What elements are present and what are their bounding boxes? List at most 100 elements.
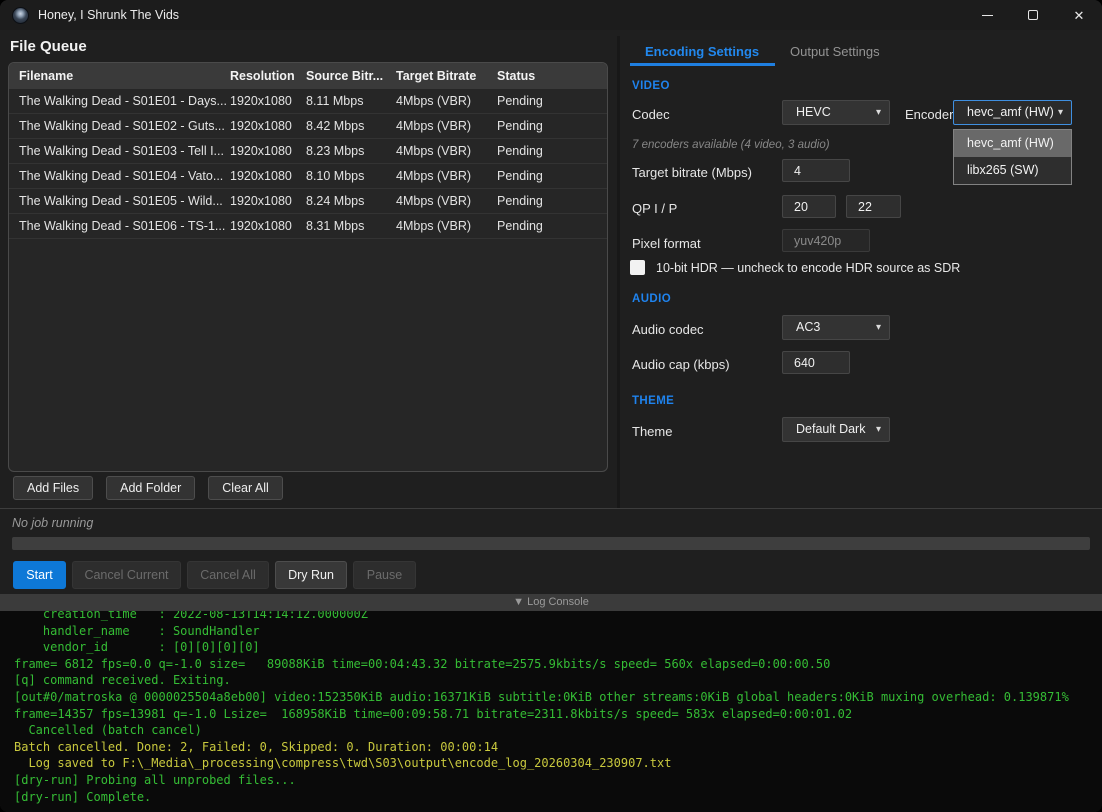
cell-target_bitrate: 4Mbps (VBR) (396, 139, 492, 164)
column-header-resolution[interactable]: Resolution (230, 63, 302, 89)
cell-filename: The Walking Dead - S01E01 - Days... (19, 89, 227, 114)
log-line: frame= 6812 fps=0.0 q=-1.0 size= 89088Ki… (14, 656, 1102, 673)
cell-filename: The Walking Dead - S01E03 - Tell I... (19, 139, 227, 164)
column-header-source-bitrate[interactable]: Source Bitr... (306, 63, 392, 89)
table-row[interactable]: The Walking Dead - S01E06 - TS-1...1920x… (9, 214, 607, 239)
cell-source_bitrate: 8.23 Mbps (306, 139, 392, 164)
file-queue-panel: Filename Resolution Source Bitr... Targe… (8, 62, 608, 472)
codec-label: Codec (632, 107, 670, 122)
log-line: handler_name : SoundHandler (14, 623, 1102, 640)
pixel-format-input (782, 229, 870, 252)
log-line: [out#0/matroska @ 0000025504a8eb00] vide… (14, 689, 1102, 706)
encoder-option[interactable]: libx265 (SW) (954, 157, 1071, 184)
target-bitrate-input[interactable] (782, 159, 850, 182)
cell-resolution: 1920x1080 (230, 139, 302, 164)
qp-p-input[interactable] (846, 195, 901, 218)
cell-resolution: 1920x1080 (230, 189, 302, 214)
qp-label: QP I / P (632, 201, 677, 216)
pixel-format-label: Pixel format (632, 236, 701, 251)
column-header-filename[interactable]: Filename (19, 63, 227, 89)
cell-source_bitrate: 8.24 Mbps (306, 189, 392, 214)
log-line: Batch cancelled. Done: 2, Failed: 0, Ski… (14, 739, 1102, 756)
cell-resolution: 1920x1080 (230, 164, 302, 189)
add-folder-button[interactable]: Add Folder (106, 476, 195, 500)
column-header-status[interactable]: Status (497, 63, 597, 89)
clear-all-button[interactable]: Clear All (208, 476, 283, 500)
cell-target_bitrate: 4Mbps (VBR) (396, 189, 492, 214)
cell-target_bitrate: 4Mbps (VBR) (396, 114, 492, 139)
hdr-checkbox[interactable] (630, 260, 645, 275)
cell-source_bitrate: 8.31 Mbps (306, 214, 392, 239)
job-status-text: No job running (12, 516, 93, 530)
file-queue-title: File Queue (10, 38, 87, 55)
chevron-down-icon: ▾ (1058, 101, 1063, 124)
theme-section-heading: THEME (632, 395, 674, 407)
progress-bar (12, 537, 1090, 550)
table-row[interactable]: The Walking Dead - S01E05 - Wild...1920x… (9, 189, 607, 214)
chevron-down-icon: ▾ (876, 101, 881, 124)
cell-source_bitrate: 8.42 Mbps (306, 114, 392, 139)
target-bitrate-label: Target bitrate (Mbps) (632, 165, 752, 180)
log-line: frame=14357 fps=13981 q=-1.0 Lsize= 1689… (14, 706, 1102, 723)
close-icon: ✕ (1074, 9, 1085, 22)
log-line: Log saved to F:\_Media\_processing\compr… (14, 755, 1102, 772)
cancel-all-button: Cancel All (187, 561, 269, 589)
dry-run-button[interactable]: Dry Run (275, 561, 347, 589)
encoder-option[interactable]: hevc_amf (HW) (954, 130, 1071, 157)
app-window: Honey, I Shrunk The Vids ✕ File Queue Fi… (0, 0, 1102, 812)
cell-resolution: 1920x1080 (230, 89, 302, 114)
log-line: [q] command received. Exiting. (14, 672, 1102, 689)
qp-i-input[interactable] (782, 195, 836, 218)
audio-cap-input[interactable] (782, 351, 850, 374)
title-bar[interactable]: Honey, I Shrunk The Vids ✕ (0, 0, 1102, 30)
minimize-button[interactable] (964, 0, 1010, 30)
cell-target_bitrate: 4Mbps (VBR) (396, 164, 492, 189)
theme-select[interactable]: Default Dark ▾ (782, 417, 890, 442)
log-line: creation_time : 2022-08-13T14:14:12.0000… (14, 611, 1102, 623)
cell-filename: The Walking Dead - S01E05 - Wild... (19, 189, 227, 214)
log-line: Cancelled (batch cancel) (14, 722, 1102, 739)
cell-resolution: 1920x1080 (230, 214, 302, 239)
maximize-button[interactable] (1010, 0, 1056, 30)
audio-codec-select[interactable]: AC3 ▾ (782, 315, 890, 340)
cell-status: Pending (497, 214, 597, 239)
table-row[interactable]: The Walking Dead - S01E02 - Guts...1920x… (9, 114, 607, 139)
video-section-heading: VIDEO (632, 80, 670, 92)
job-buttons: StartCancel CurrentCancel AllDry RunPaus… (13, 561, 416, 589)
window-title: Honey, I Shrunk The Vids (38, 8, 179, 22)
start-button[interactable]: Start (13, 561, 66, 589)
log-line: [dry-run] Probing all unprobed files... (14, 772, 1102, 789)
cell-filename: The Walking Dead - S01E06 - TS-1... (19, 214, 227, 239)
encoder-select[interactable]: hevc_amf (HW) ▾ (953, 100, 1072, 125)
pause-button: Pause (353, 561, 416, 589)
chevron-down-icon: ▾ (876, 418, 881, 441)
log-line: vendor_id : [0][0][0][0] (14, 639, 1102, 656)
log-console[interactable]: creation_time : 2022-08-13T14:14:12.0000… (0, 611, 1102, 812)
log-console-header[interactable]: ▼ Log Console (0, 594, 1102, 611)
tab-output-settings[interactable]: Output Settings (790, 44, 880, 59)
theme-value: Default Dark (796, 422, 865, 436)
cell-status: Pending (497, 139, 597, 164)
cell-filename: The Walking Dead - S01E04 - Vato... (19, 164, 227, 189)
cell-status: Pending (497, 89, 597, 114)
tab-encoding-settings[interactable]: Encoding Settings (645, 44, 759, 59)
active-tab-underline (630, 63, 775, 66)
add-files-button[interactable]: Add Files (13, 476, 93, 500)
cell-filename: The Walking Dead - S01E02 - Guts... (19, 114, 227, 139)
section-divider (0, 508, 1102, 509)
table-row[interactable]: The Walking Dead - S01E03 - Tell I...192… (9, 139, 607, 164)
cell-status: Pending (497, 114, 597, 139)
codec-select[interactable]: HEVC ▾ (782, 100, 890, 125)
chevron-down-icon: ▾ (876, 316, 881, 339)
cancel-current-button: Cancel Current (72, 561, 181, 589)
audio-cap-label: Audio cap (kbps) (632, 357, 730, 372)
panel-splitter[interactable] (617, 36, 620, 508)
column-header-target-bitrate[interactable]: Target Bitrate (396, 63, 492, 89)
codec-value: HEVC (796, 105, 831, 119)
close-button[interactable]: ✕ (1056, 0, 1102, 30)
table-row[interactable]: The Walking Dead - S01E01 - Days...1920x… (9, 89, 607, 114)
cell-target_bitrate: 4Mbps (VBR) (396, 214, 492, 239)
log-line: [dry-run] Complete. (14, 789, 1102, 806)
table-row[interactable]: The Walking Dead - S01E04 - Vato...1920x… (9, 164, 607, 189)
encoder-label: Encoder (905, 107, 953, 122)
